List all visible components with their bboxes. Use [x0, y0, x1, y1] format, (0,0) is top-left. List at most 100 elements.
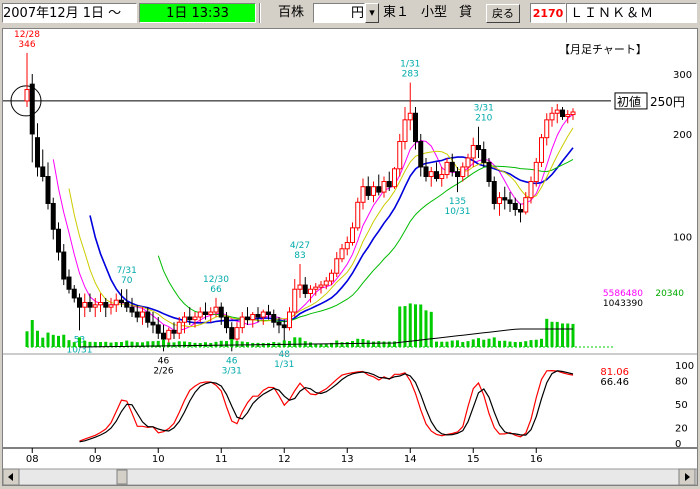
volume-bar — [93, 341, 97, 347]
candle-down — [155, 324, 161, 334]
candle-up — [544, 119, 550, 139]
candle-down — [45, 175, 51, 204]
candle-up — [208, 311, 214, 316]
candle-down — [434, 171, 439, 179]
volume-bar — [529, 340, 533, 347]
candle-down — [71, 288, 77, 299]
size-class-label: 小型 — [421, 5, 448, 20]
volume-bar — [435, 341, 438, 347]
volume-bar — [519, 341, 522, 347]
market-label: 東１ — [383, 5, 410, 20]
annotation-top: 12/28 — [14, 30, 40, 40]
volume-bar — [482, 339, 486, 347]
volume-bar — [214, 341, 218, 347]
candle-up — [234, 327, 240, 340]
candle-down — [365, 186, 371, 196]
volume-bar — [51, 334, 55, 347]
annotation-top: 48 — [279, 350, 291, 360]
candle-down — [512, 202, 518, 211]
candle-up — [360, 186, 366, 203]
volume-bar — [230, 339, 234, 347]
annotation-bottom: 283 — [402, 70, 419, 80]
candle-up — [176, 321, 182, 334]
volume-bar — [345, 342, 349, 347]
chart-svg[interactable]: 【月足チャート】 初値 250円 12/283467/31705310/3146… — [2, 29, 698, 486]
annotation-top: 135 — [449, 197, 466, 207]
scroll-thumb[interactable] — [116, 469, 128, 485]
candle-up — [308, 288, 313, 295]
candle-up — [528, 181, 534, 199]
volume-bar — [524, 341, 528, 347]
annotation-bottom: 10/31 — [445, 207, 471, 217]
candle-up — [192, 316, 198, 321]
candle-down — [507, 199, 513, 204]
candle-up — [329, 272, 334, 282]
price-input[interactable]: 円 — [313, 3, 365, 23]
volume-bar — [30, 320, 34, 347]
volume-bar — [534, 339, 538, 347]
annotation-bottom: 2/26 — [153, 366, 173, 376]
volume-bar — [188, 342, 192, 347]
candle-down — [229, 327, 235, 340]
candle-down — [150, 321, 156, 326]
candle-down — [386, 181, 392, 188]
volume-bar — [282, 340, 286, 347]
horizontal-scrollbar[interactable] — [2, 468, 698, 486]
volume-bar — [403, 306, 407, 347]
candle-up — [397, 141, 403, 170]
date-range-text: 2007年12月 1日 ～ — [3, 6, 122, 21]
volume-bar — [393, 341, 396, 347]
oscillator-tick-label: 100 — [675, 361, 694, 372]
volume-bar — [419, 304, 423, 347]
candle-down — [455, 171, 460, 177]
x-tick-label: 11 — [215, 454, 228, 465]
volume-bar — [88, 341, 92, 347]
candle-up — [344, 242, 350, 250]
stoch-slow-line — [79, 370, 574, 443]
candle-down — [161, 332, 166, 340]
volume-bar — [235, 341, 239, 347]
x-tick-label: 09 — [89, 454, 102, 465]
y-tick-label: 200 — [673, 130, 692, 141]
back-button[interactable]: 戻る — [486, 4, 520, 23]
stock-unit-label: 百株 — [278, 5, 305, 20]
candle-up — [381, 181, 387, 193]
candle-up — [166, 329, 172, 340]
volume-bar — [72, 342, 76, 347]
volume-bar — [555, 321, 559, 347]
annotation-bottom: 346 — [18, 40, 35, 50]
candle-up — [523, 197, 529, 213]
volume-bar — [508, 341, 512, 347]
volume-bar — [340, 342, 344, 347]
chart-area[interactable]: 【月足チャート】 初値 250円 12/283467/31705310/3146… — [2, 28, 698, 486]
volume-bar — [424, 310, 428, 347]
candle-up — [355, 201, 361, 229]
annotation-bottom: 210 — [475, 114, 492, 124]
candle-down — [224, 316, 229, 329]
y-tick-label: 100 — [673, 232, 692, 243]
oscillator-readout-2: 66.46 — [600, 377, 629, 388]
candle-up — [318, 284, 324, 288]
candle-up — [533, 161, 539, 183]
price-dropdown-button[interactable]: ▾ — [365, 3, 379, 23]
candle-down — [145, 311, 151, 323]
candle-up — [428, 171, 434, 177]
oscillator-tick-label: 20 — [675, 423, 688, 434]
candle-up — [549, 112, 555, 121]
annotation-top: 7/31 — [117, 266, 137, 276]
candle-up — [334, 258, 340, 274]
candle-up — [460, 166, 466, 177]
volume-bar — [219, 340, 223, 347]
annotation-bottom: 70 — [121, 276, 133, 286]
candle-up — [98, 301, 103, 306]
volume-bar — [193, 342, 197, 347]
volume-readout-1: 5586480 — [603, 289, 643, 299]
volume-bar — [67, 340, 71, 347]
margin-type-label: 貸 — [459, 5, 473, 20]
candle-up — [82, 301, 88, 308]
volume-bar — [25, 331, 29, 347]
volume-bar — [293, 337, 297, 347]
volume-bar — [445, 341, 449, 347]
volume-bar — [298, 337, 302, 347]
date-range-field[interactable]: 2007年12月 1日 ～ — [2, 3, 137, 23]
